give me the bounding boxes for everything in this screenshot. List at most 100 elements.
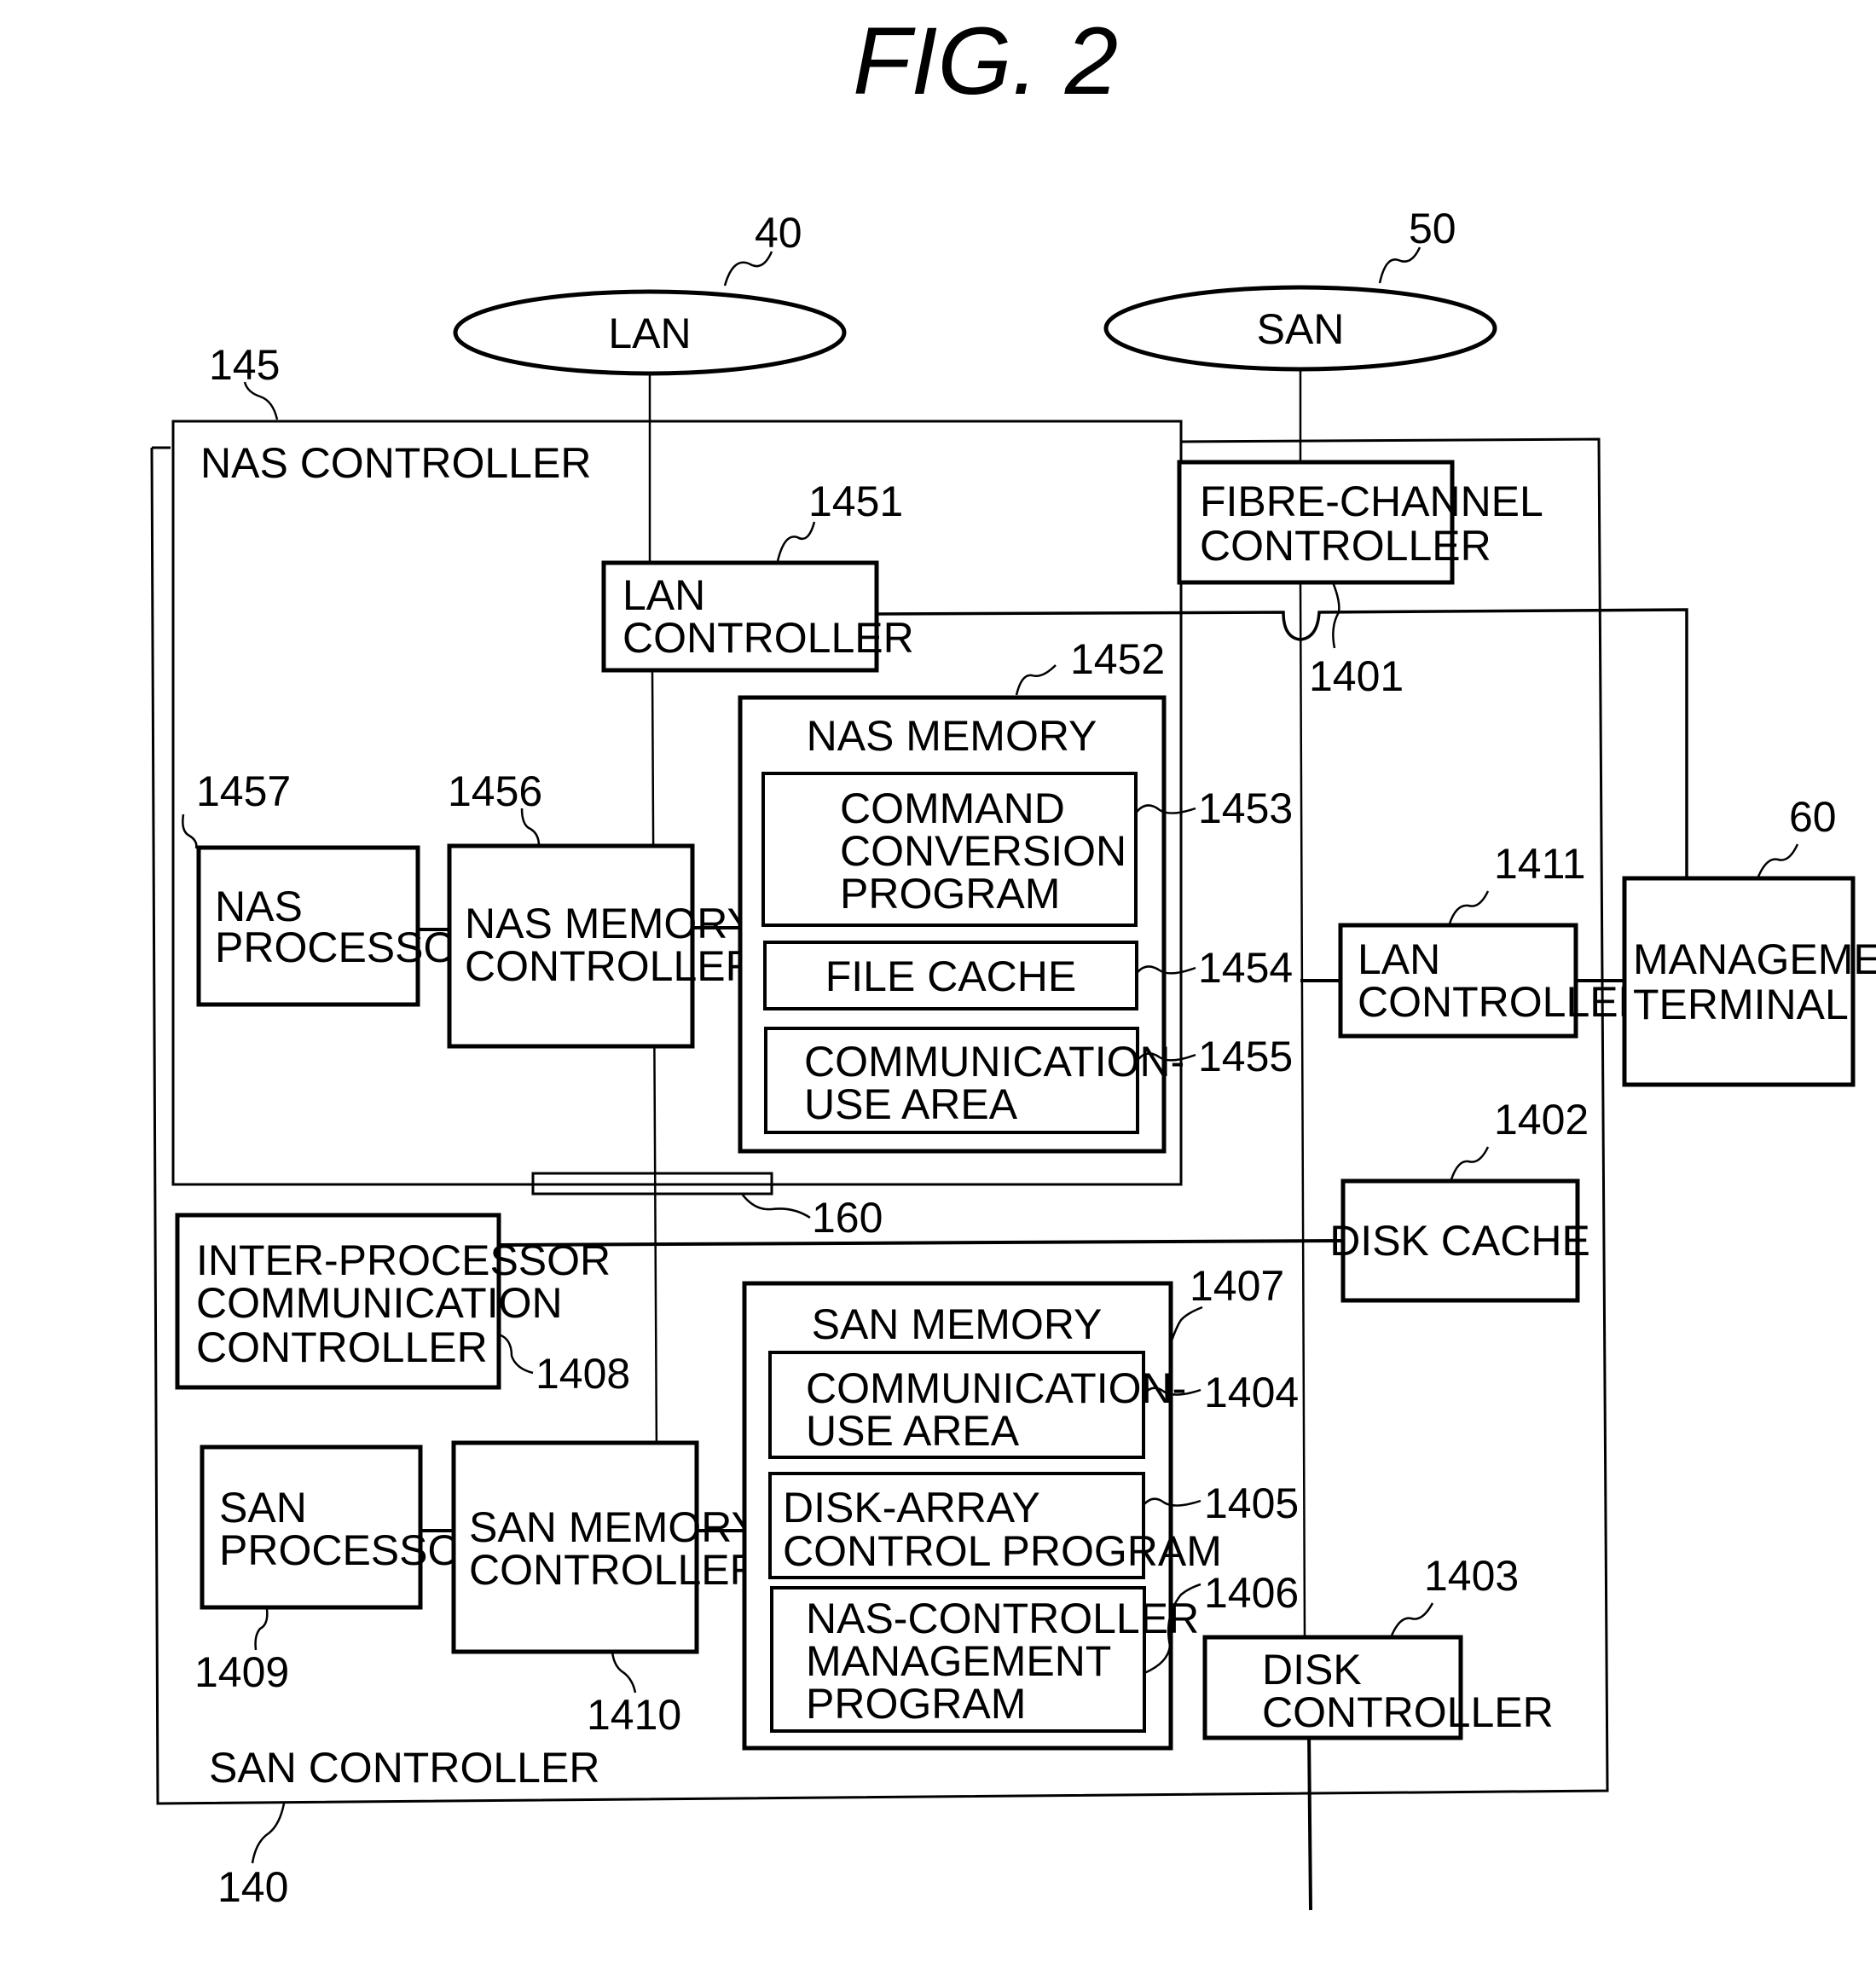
lan-leader: [723, 251, 773, 287]
disk-array-line2: CONTROL PROGRAM: [783, 1527, 1222, 1575]
nas-memory-item-command-conversion[interactable]: COMMAND CONVERSION PROGRAM: [761, 772, 1138, 927]
nas-memory[interactable]: NAS MEMORY COMMAND CONVERSION PROGRAM FI…: [738, 695, 1184, 1154]
san-memory-item-communication-use-area[interactable]: COMMUNICATION- USE AREA: [768, 1351, 1186, 1459]
lan-label: LAN: [608, 310, 691, 357]
san-controller-leader: [251, 1803, 286, 1864]
nas-ctrl-mgmt-line1: NAS-CONTROLLER: [806, 1595, 1199, 1642]
ref-1454: 1454: [1198, 944, 1293, 992]
command-conversion-line3: PROGRAM: [840, 870, 1060, 918]
nas-comm-area-line1: COMMUNICATION-: [804, 1038, 1184, 1086]
nas-processor-ref: 1457: [196, 767, 291, 815]
fibre-channel-controller[interactable]: FIBRE-CHANNEL CONTROLLER: [1177, 460, 1543, 585]
san-lan-controller-ref: 1411: [1494, 840, 1586, 888]
ipc-leader: [498, 1333, 534, 1375]
san-memory[interactable]: SAN MEMORY COMMUNICATION- USE AREA DISK-…: [742, 1281, 1222, 1751]
san-processor-line2: PROCESSOR: [219, 1526, 492, 1574]
fig2-diagram: FIG. 2 LAN 40 SAN 50 SAN CONTROLLER 140 …: [150, 8, 1876, 1911]
nas-ctrl-mgmt-line3: PROGRAM: [806, 1680, 1026, 1728]
san-controller-label: SAN CONTROLLER: [209, 1744, 599, 1792]
wire-san-bus: [1299, 582, 1306, 1638]
nas-processor-line2: PROCESSOR: [215, 924, 488, 971]
san-memory-controller-leader: [611, 1651, 637, 1694]
nas-memory-controller[interactable]: NAS MEMORY CONTROLLER: [447, 843, 756, 1049]
san-memory-leader: [1169, 1306, 1203, 1344]
san-memory-label: SAN MEMORY: [812, 1300, 1103, 1348]
san-label: SAN: [1257, 305, 1345, 353]
disk-cache[interactable]: DISK CACHE: [1329, 1178, 1590, 1303]
san-lan-controller-line1: LAN: [1358, 935, 1440, 983]
disk-cache-label: DISK CACHE: [1329, 1217, 1590, 1265]
connector-ref: 160: [812, 1194, 883, 1242]
ipc-ref: 1408: [536, 1350, 630, 1398]
ipc-line2: COMMUNICATION: [196, 1279, 563, 1327]
san-memory-controller-line2: CONTROLLER: [469, 1546, 761, 1594]
management-terminal[interactable]: MANAGEMENT TERMINAL: [1622, 876, 1876, 1087]
fibre-channel-controller-ref: 1401: [1309, 652, 1404, 700]
san-memory-ref: 1407: [1190, 1262, 1284, 1310]
nas-lan-controller[interactable]: LAN CONTROLLER: [601, 560, 914, 673]
disk-controller-leader: [1390, 1602, 1434, 1636]
disk-controller-ref: 1403: [1424, 1552, 1519, 1600]
command-conversion-line2: CONVERSION: [840, 827, 1126, 875]
san-comm-area-line2: USE AREA: [806, 1407, 1020, 1455]
nas-controller-label: NAS CONTROLLER: [200, 439, 591, 487]
disk-controller[interactable]: DISK CONTROLLER: [1202, 1635, 1554, 1740]
ipc-line1: INTER-PROCESSOR: [196, 1236, 611, 1284]
nas-lan-controller-line1: LAN: [622, 571, 705, 619]
san-network[interactable]: SAN: [1103, 285, 1497, 372]
nas-comm-area-line2: USE AREA: [804, 1080, 1018, 1128]
nas-memory-controller-ref: 1456: [448, 767, 542, 815]
ref-1406: 1406: [1204, 1569, 1299, 1617]
fibre-channel-controller-line2: CONTROLLER: [1200, 522, 1491, 570]
san-memory-controller-ref: 1410: [587, 1691, 681, 1739]
nas-lan-controller-line2: CONTROLLER: [622, 614, 914, 662]
lan-ref: 40: [755, 209, 802, 257]
nas-memory-item-communication-use-area[interactable]: COMMUNICATION- USE AREA: [764, 1027, 1184, 1134]
san-leader: [1378, 246, 1421, 284]
management-terminal-line2: TERMINAL: [1633, 981, 1849, 1028]
san-memory-controller[interactable]: SAN MEMORY CONTROLLER: [451, 1440, 761, 1654]
nas-lan-controller-leader: [776, 521, 816, 562]
san-processor-line1: SAN: [219, 1484, 307, 1531]
nas-ctrl-mgmt-line2: MANAGEMENT: [806, 1637, 1111, 1685]
nas-memory-leader: [1015, 664, 1057, 696]
nas-processor-leader: [182, 814, 198, 849]
ipc-line3: CONTROLLER: [196, 1323, 488, 1371]
disk-controller-line2: CONTROLLER: [1262, 1688, 1554, 1736]
wire-disk-out: [1307, 1730, 1312, 1911]
management-terminal-ref: 60: [1789, 793, 1837, 841]
san-memory-controller-line1: SAN MEMORY: [469, 1503, 760, 1551]
san-processor-leader: [254, 1608, 269, 1651]
management-terminal-line1: MANAGEMENT: [1633, 935, 1876, 983]
nas-lan-controller-ref: 1451: [808, 478, 903, 525]
nas-memory-ref: 1452: [1070, 635, 1165, 683]
san-lan-controller-line2: CONTROLLER: [1358, 978, 1649, 1026]
fibre-channel-controller-line1: FIBRE-CHANNEL: [1200, 478, 1543, 525]
ref-1453: 1453: [1198, 785, 1293, 832]
disk-cache-leader: [1450, 1146, 1490, 1180]
san-memory-item-nas-controller-management-program[interactable]: NAS-CONTROLLER MANAGEMENT PROGRAM: [770, 1586, 1199, 1733]
san-processor[interactable]: SAN PROCESSOR: [200, 1445, 492, 1610]
ref-1404: 1404: [1204, 1369, 1299, 1416]
file-cache-label: FILE CACHE: [825, 952, 1077, 1000]
san-processor-ref: 1409: [194, 1648, 289, 1696]
nas-memory-item-file-cache[interactable]: FILE CACHE: [763, 941, 1138, 1010]
nas-controller-ref: 145: [209, 341, 280, 389]
disk-controller-line1: DISK: [1262, 1646, 1362, 1694]
disk-cache-ref: 1402: [1494, 1096, 1589, 1144]
san-comm-area-line1: COMMUNICATION-: [806, 1364, 1186, 1412]
nas-memory-controller-line2: CONTROLLER: [465, 942, 756, 990]
command-conversion-line1: COMMAND: [840, 785, 1065, 832]
nas-processor[interactable]: NAS PROCESSOR: [196, 845, 488, 1007]
fibre-channel-controller-leader: [1331, 582, 1340, 649]
management-terminal-leader: [1757, 843, 1799, 877]
disk-array-line1: DISK-ARRAY: [783, 1484, 1040, 1531]
ref-1455: 1455: [1198, 1033, 1293, 1080]
figure-title: FIG. 2: [853, 8, 1118, 114]
san-ref: 50: [1409, 205, 1456, 252]
nas-memory-label: NAS MEMORY: [807, 712, 1097, 760]
san-controller-ref: 140: [217, 1863, 288, 1911]
ref-1405: 1405: [1204, 1479, 1299, 1527]
lan-network[interactable]: LAN: [453, 289, 847, 376]
nas-memory-controller-line1: NAS MEMORY: [465, 900, 756, 947]
